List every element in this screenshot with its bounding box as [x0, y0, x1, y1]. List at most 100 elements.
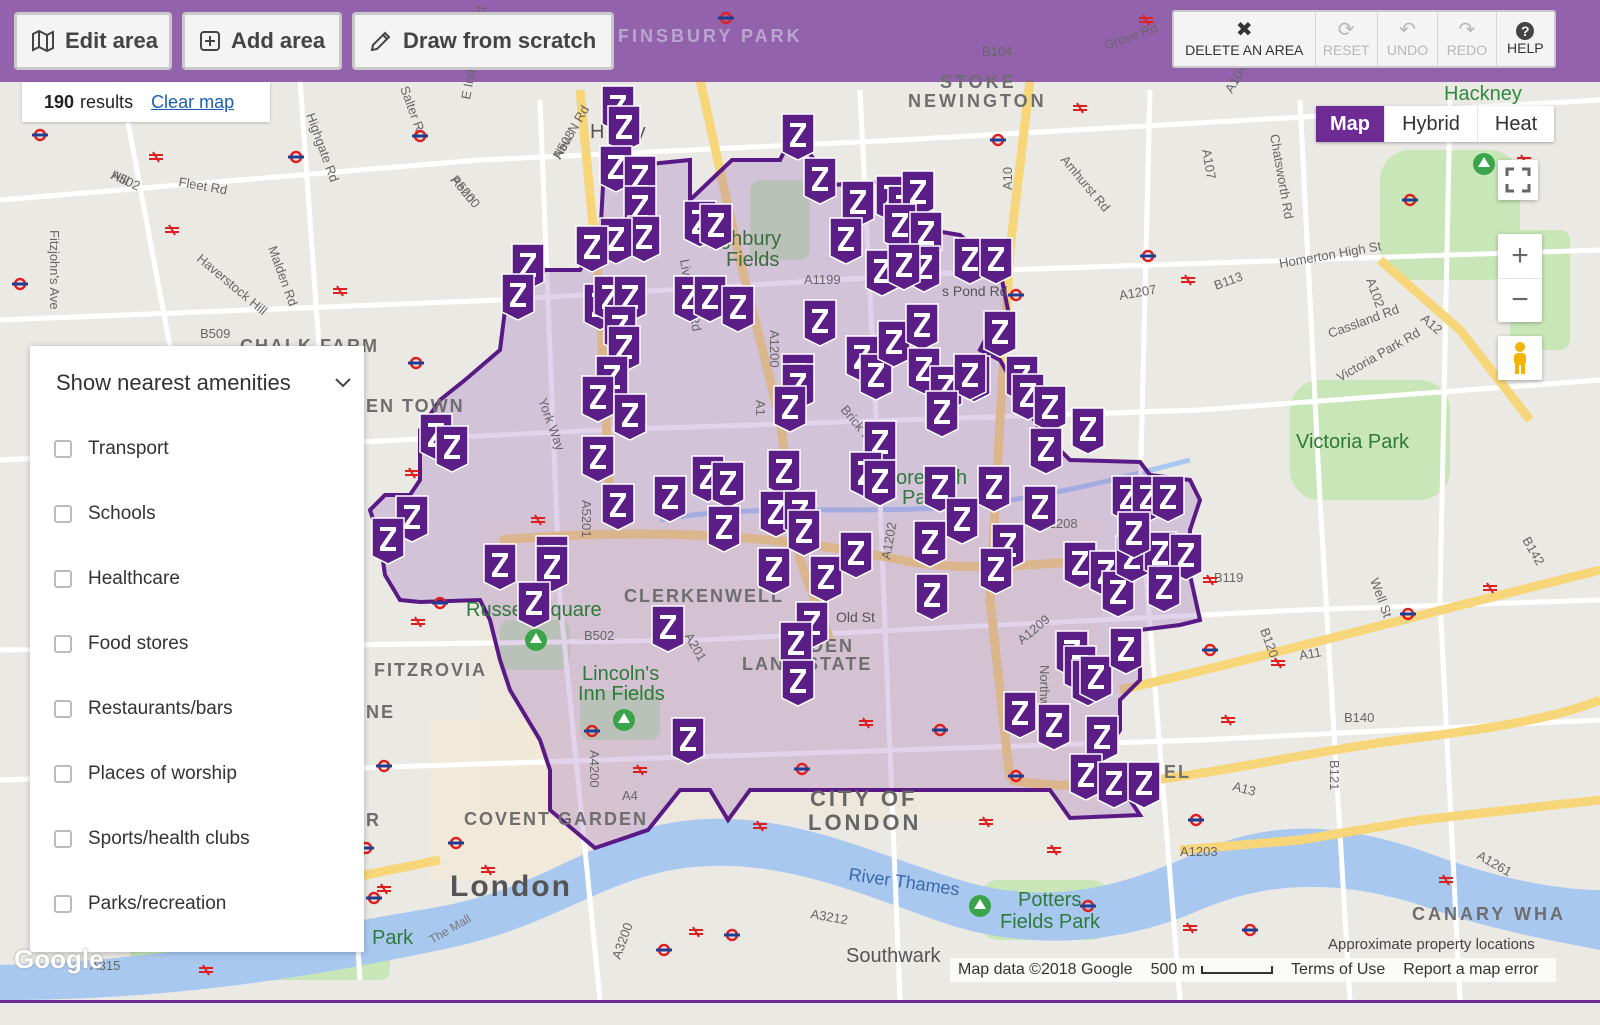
amenity-parks-recreation[interactable]: Parks/recreation: [54, 893, 226, 915]
property-marker[interactable]: [977, 465, 1011, 513]
property-marker[interactable]: [803, 299, 837, 347]
property-marker[interactable]: [839, 531, 873, 579]
property-marker[interactable]: [699, 203, 733, 251]
property-marker[interactable]: [1023, 485, 1057, 533]
google-logo: Google: [14, 944, 104, 974]
food-stores-checkbox[interactable]: [54, 635, 72, 653]
property-marker[interactable]: [1037, 703, 1071, 751]
healthcare-checkbox[interactable]: [54, 570, 72, 588]
property-marker[interactable]: [721, 285, 755, 333]
property-marker[interactable]: [581, 435, 615, 483]
property-marker[interactable]: [1069, 753, 1103, 801]
property-marker[interactable]: [905, 303, 939, 351]
property-marker[interactable]: [979, 547, 1013, 595]
property-marker[interactable]: [707, 505, 741, 553]
terms-link[interactable]: Terms of Use: [1291, 961, 1385, 979]
amenity-healthcare[interactable]: Healthcare: [54, 568, 180, 590]
schools-checkbox[interactable]: [54, 505, 72, 523]
scale-line: [1201, 966, 1274, 974]
property-marker[interactable]: [781, 113, 815, 161]
amenity-label: Food stores: [88, 633, 189, 654]
delete-area-label: DELETE AN AREA: [1185, 42, 1304, 58]
help-button[interactable]: ? HELP: [1497, 12, 1554, 66]
property-marker[interactable]: [809, 555, 843, 603]
property-marker[interactable]: [1079, 655, 1113, 703]
property-marker[interactable]: [627, 215, 661, 263]
reset-button[interactable]: ⟳ RESET: [1316, 12, 1378, 66]
redo-button[interactable]: ↷ REDO: [1438, 12, 1497, 66]
property-marker[interactable]: [877, 320, 911, 368]
property-marker[interactable]: [1071, 407, 1105, 455]
amenity-sports-health-clubs[interactable]: Sports/health clubs: [54, 828, 250, 850]
add-area-button[interactable]: Add area: [182, 12, 342, 70]
zoom-out-button[interactable]: −: [1498, 279, 1542, 323]
property-marker[interactable]: [575, 225, 609, 273]
street-view-pegman[interactable]: [1498, 336, 1542, 380]
property-marker[interactable]: [601, 483, 635, 531]
parks-recreation-checkbox[interactable]: [54, 895, 72, 913]
restaurants-bars-checkbox[interactable]: [54, 700, 72, 718]
property-marker[interactable]: [829, 217, 863, 265]
property-marker[interactable]: [1147, 565, 1181, 613]
property-marker[interactable]: [781, 659, 815, 707]
property-marker[interactable]: [1117, 511, 1151, 559]
property-marker[interactable]: [915, 573, 949, 621]
amenity-transport[interactable]: Transport: [54, 438, 169, 460]
property-marker[interactable]: [925, 390, 959, 438]
property-marker[interactable]: [1003, 691, 1037, 739]
amenity-restaurants-bars[interactable]: Restaurants/bars: [54, 698, 233, 720]
zoom-in-button[interactable]: +: [1498, 234, 1542, 279]
delete-area-button[interactable]: ✖ DELETE AN AREA: [1174, 12, 1316, 66]
clear-map-link[interactable]: Clear map: [151, 92, 234, 113]
property-marker[interactable]: [483, 543, 517, 591]
property-marker[interactable]: [651, 605, 685, 653]
property-marker[interactable]: [581, 375, 615, 423]
property-marker[interactable]: [517, 581, 551, 629]
property-marker[interactable]: [671, 717, 705, 765]
amenities-toggle[interactable]: Show nearest amenities: [56, 370, 352, 396]
property-marker[interactable]: [711, 461, 745, 509]
property-marker[interactable]: [1033, 385, 1067, 433]
property-marker[interactable]: [803, 157, 837, 205]
fullscreen-button[interactable]: [1498, 160, 1538, 200]
property-marker[interactable]: [653, 475, 687, 523]
amenity-schools[interactable]: Schools: [54, 503, 156, 525]
property-marker[interactable]: [953, 353, 987, 401]
map-type-hybrid[interactable]: Hybrid: [1385, 106, 1478, 142]
property-marker[interactable]: [1097, 761, 1131, 809]
property-marker[interactable]: [913, 520, 947, 568]
map-type-switcher: Map Hybrid Heat: [1316, 106, 1554, 142]
report-error-link[interactable]: Report a map error: [1403, 961, 1538, 979]
property-marker[interactable]: [613, 393, 647, 441]
label-canary: CANARY WHA: [1412, 904, 1566, 924]
places-of-worship-checkbox[interactable]: [54, 765, 72, 783]
property-marker[interactable]: [1127, 761, 1161, 809]
approx-locations-note: Approximate property locations: [1328, 936, 1535, 953]
property-marker[interactable]: [787, 509, 821, 557]
property-marker[interactable]: [1151, 475, 1185, 523]
transport-checkbox[interactable]: [54, 440, 72, 458]
map-type-heat[interactable]: Heat: [1478, 106, 1554, 142]
property-marker[interactable]: [887, 243, 921, 291]
property-marker[interactable]: [371, 517, 405, 565]
amenity-food-stores[interactable]: Food stores: [54, 633, 188, 655]
property-marker[interactable]: [501, 273, 535, 321]
property-marker[interactable]: [1029, 427, 1063, 475]
property-marker[interactable]: [863, 459, 897, 507]
undo-button[interactable]: ↶ UNDO: [1378, 12, 1439, 66]
property-marker[interactable]: [983, 310, 1017, 358]
property-marker[interactable]: [435, 425, 469, 473]
property-marker[interactable]: [757, 547, 791, 595]
edit-area-button[interactable]: Edit area: [14, 12, 172, 70]
map-type-map[interactable]: Map: [1316, 106, 1385, 142]
property-marker[interactable]: [773, 385, 807, 433]
amenity-places-of-worship[interactable]: Places of worship: [54, 763, 237, 785]
sports-health-clubs-checkbox[interactable]: [54, 830, 72, 848]
property-marker[interactable]: [945, 497, 979, 545]
property-marker[interactable]: [693, 275, 727, 323]
property-marker[interactable]: [767, 449, 801, 497]
property-marker[interactable]: [607, 105, 641, 153]
property-marker[interactable]: [979, 237, 1013, 285]
property-marker[interactable]: [1109, 627, 1143, 675]
draw-from-scratch-button[interactable]: Draw from scratch: [352, 12, 614, 70]
